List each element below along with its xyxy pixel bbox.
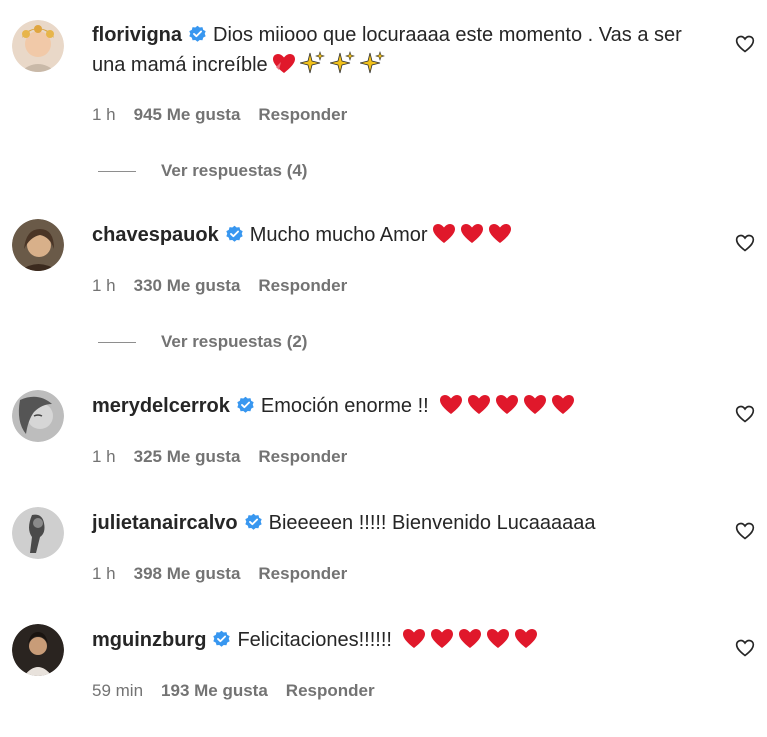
red-heart-icon	[432, 223, 456, 245]
red-heart-icon	[439, 394, 463, 416]
comment-body: Felicitaciones!!!!!!	[237, 629, 392, 651]
sparkles-icon	[359, 51, 386, 75]
view-replies-label: Ver respuestas (2)	[161, 332, 308, 351]
avatar[interactable]	[12, 507, 64, 559]
verified-badge-icon	[244, 513, 263, 532]
likes-count[interactable]: 193 Me gusta	[161, 680, 268, 702]
red-heart-icon	[523, 394, 547, 416]
like-heart-icon[interactable]	[735, 233, 755, 253]
avatar[interactable]	[12, 390, 64, 442]
username[interactable]: florivigna	[92, 24, 182, 46]
comment-text: chavespauok Mucho mucho Amor	[92, 220, 712, 250]
view-replies-label: Ver respuestas (4)	[161, 161, 308, 180]
sparkles-icon	[329, 51, 356, 75]
comment-meta: 1 h 325 Me gusta Responder	[92, 446, 365, 468]
comment-time: 59 min	[92, 681, 144, 700]
like-heart-icon[interactable]	[735, 521, 755, 541]
reply-button[interactable]: Responder	[258, 563, 347, 585]
red-heart-icon	[430, 628, 454, 650]
replies-divider	[98, 342, 136, 344]
avatar[interactable]	[12, 219, 64, 271]
reply-button[interactable]: Responder	[258, 446, 347, 468]
username[interactable]: merydelcerrok	[92, 395, 230, 417]
red-heart-icon	[486, 628, 510, 650]
reply-button[interactable]: Responder	[258, 275, 347, 297]
comment-meta: 1 h 330 Me gusta Responder	[92, 275, 365, 297]
comment-time: 1 h	[92, 105, 116, 124]
likes-count[interactable]: 945 Me gusta	[134, 104, 241, 126]
red-heart-icon	[488, 223, 512, 245]
sparkles-icon	[299, 51, 326, 75]
comment-meta: 59 min 193 Me gusta Responder	[92, 680, 393, 702]
comment-body: Bieeeeen !!!!! Bienvenido Lucaaaaaa	[268, 512, 596, 534]
like-heart-icon[interactable]	[735, 34, 755, 54]
comment-meta: 1 h 398 Me gusta Responder	[92, 563, 365, 585]
heart-ribbon-emoji-icon	[272, 53, 296, 75]
comment-time: 1 h	[92, 564, 116, 583]
red-heart-icon	[460, 223, 484, 245]
red-heart-icon	[402, 628, 426, 650]
likes-count[interactable]: 330 Me gusta	[134, 275, 241, 297]
comment-text: julietanaircalvo Bieeeeen !!!!! Bienvenid…	[92, 508, 712, 538]
username[interactable]: chavespauok	[92, 224, 219, 246]
likes-count[interactable]: 398 Me gusta	[134, 563, 241, 585]
avatar[interactable]	[12, 624, 64, 676]
replies-divider	[98, 171, 136, 173]
verified-badge-icon	[212, 630, 231, 649]
avatar[interactable]	[12, 20, 64, 72]
verified-badge-icon	[225, 225, 244, 244]
reply-button[interactable]: Responder	[258, 104, 347, 126]
verified-badge-icon	[188, 25, 207, 44]
comment-text: mguinzburg Felicitaciones!!!!!!	[92, 625, 712, 655]
comment-time: 1 h	[92, 447, 116, 466]
comment-meta: 1 h 945 Me gusta Responder	[92, 104, 365, 126]
comment-body: Emoción enorme !!	[260, 395, 429, 417]
view-replies-button[interactable]: Ver respuestas (4)	[98, 160, 307, 182]
likes-count[interactable]: 325 Me gusta	[134, 446, 241, 468]
red-heart-icon	[514, 628, 538, 650]
verified-badge-icon	[236, 396, 255, 415]
like-heart-icon[interactable]	[735, 638, 755, 658]
comment-body: Mucho mucho Amor	[249, 224, 428, 246]
reply-button[interactable]: Responder	[286, 680, 375, 702]
username[interactable]: julietanaircalvo	[92, 512, 238, 534]
comment-time: 1 h	[92, 276, 116, 295]
comment-text: florivigna Dios miiooo que locuraaaa este…	[92, 20, 712, 80]
comment-text: merydelcerrok Emoción enorme !!	[92, 391, 712, 421]
view-replies-button[interactable]: Ver respuestas (2)	[98, 331, 307, 353]
like-heart-icon[interactable]	[735, 404, 755, 424]
red-heart-icon	[467, 394, 491, 416]
username[interactable]: mguinzburg	[92, 629, 206, 651]
red-heart-icon	[495, 394, 519, 416]
red-heart-icon	[551, 394, 575, 416]
red-heart-icon	[458, 628, 482, 650]
